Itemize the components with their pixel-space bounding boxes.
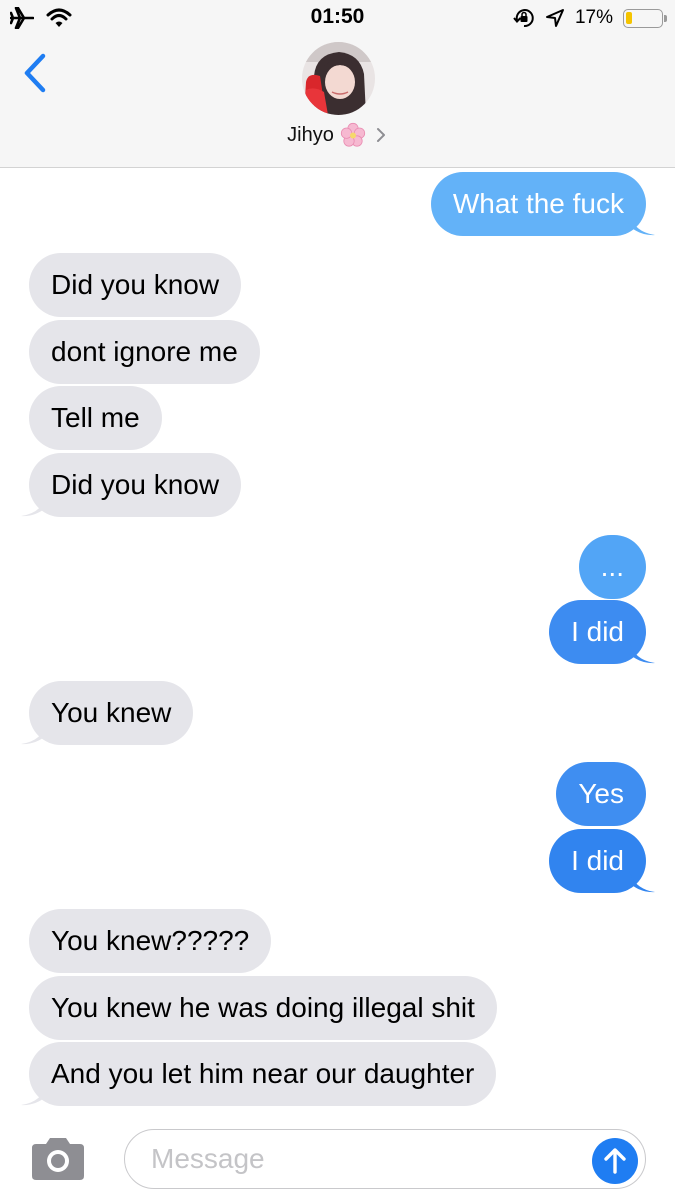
message-bubble-incoming[interactable]: Did you know — [21, 453, 242, 517]
compose-bar — [0, 1110, 675, 1200]
message-bubble-incoming[interactable]: Tell me — [29, 386, 162, 450]
message-bubble-incoming[interactable]: You knew — [21, 681, 194, 745]
camera-icon — [32, 1138, 84, 1180]
battery-icon — [623, 8, 667, 28]
message-text: I did — [571, 845, 624, 876]
message-text: You knew????? — [51, 925, 250, 956]
arrow-up-icon — [604, 1148, 626, 1174]
rotation-lock-icon — [513, 9, 534, 28]
bubble-tail — [21, 721, 47, 745]
message-text: ... — [600, 551, 624, 582]
status-bar: 01:50 17% — [0, 0, 675, 36]
message-bubble-outgoing[interactable]: ... — [578, 535, 646, 599]
message-text: Did you know — [51, 469, 220, 500]
back-button[interactable] — [18, 50, 54, 96]
cherry-blossom-icon — [340, 122, 365, 147]
message-bubble-incoming[interactable]: And you let him near our daughter — [21, 1042, 497, 1106]
bubble-tail — [629, 869, 655, 893]
message-text: What the fuck — [452, 188, 624, 219]
battery-percent: 17% — [574, 7, 613, 28]
location-icon — [545, 9, 564, 27]
message-bubble-outgoing[interactable]: Yes — [556, 762, 646, 826]
status-right-icons: 17% — [513, 6, 667, 30]
message-text: You knew he was doing illegal shit — [51, 992, 475, 1023]
battery-fill — [626, 11, 632, 24]
message-bubble-outgoing[interactable]: I did — [549, 600, 655, 664]
message-text: dont ignore me — [51, 336, 238, 367]
message-bubble-outgoing[interactable]: I did — [549, 829, 655, 893]
avatar-photo — [302, 42, 375, 115]
message-bubble-incoming[interactable]: dont ignore me — [29, 320, 260, 384]
contact-name: Jihyo — [287, 123, 334, 146]
contact-avatar[interactable] — [302, 42, 375, 115]
camera-button[interactable] — [28, 1136, 88, 1182]
message-text: You knew — [51, 697, 172, 728]
bubble-tail — [629, 640, 655, 664]
contact-name-button[interactable]: Jihyo — [0, 122, 675, 148]
message-text: Tell me — [51, 402, 140, 433]
message-text: And you let him near our daughter — [51, 1058, 475, 1089]
message-bubble-outgoing[interactable]: What the fuck — [430, 172, 655, 236]
message-text: Did you know — [51, 269, 220, 300]
message-text: Yes — [578, 778, 624, 809]
message-input[interactable] — [124, 1129, 646, 1189]
conversation-header: Jihyo — [0, 36, 675, 168]
chevron-left-icon — [24, 53, 46, 93]
message-bubble-incoming[interactable]: You knew he was doing illegal shit — [29, 976, 497, 1040]
message-bubble-incoming[interactable]: You knew????? — [29, 909, 272, 973]
send-button[interactable] — [592, 1138, 638, 1184]
bubble-tail — [21, 493, 47, 517]
message-text: I did — [571, 616, 624, 647]
message-bubble-incoming[interactable]: Did you know — [29, 253, 242, 317]
bubble-tail — [21, 1082, 47, 1106]
bubble-tail — [629, 212, 655, 236]
battery-nub — [664, 14, 667, 22]
chevron-right-icon — [376, 128, 385, 142]
